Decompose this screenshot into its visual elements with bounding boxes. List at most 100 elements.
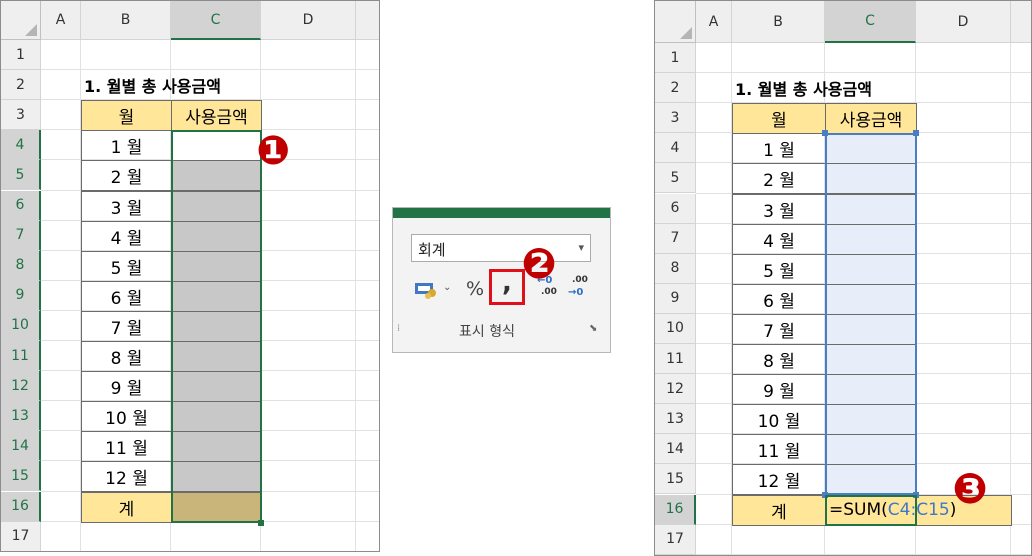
header-amount-cell[interactable]: 사용금액 [825, 103, 917, 135]
row-header-12[interactable]: 12 [655, 374, 696, 405]
month-cell[interactable]: 10 월 [81, 401, 172, 433]
fill-handle[interactable] [258, 519, 264, 526]
month-cell[interactable]: 5 월 [732, 253, 826, 285]
row-header-13[interactable]: 13 [655, 404, 696, 435]
row-header-6[interactable]: 6 [1, 190, 41, 221]
header-month-cell[interactable]: 월 [732, 103, 826, 135]
month-cell[interactable]: 8 월 [732, 344, 826, 376]
column-header-c[interactable]: C [171, 1, 261, 40]
month-cell[interactable]: 7 월 [732, 313, 826, 345]
row-header-4[interactable]: 4 [1, 130, 41, 161]
month-cell[interactable]: 1 월 [81, 130, 172, 162]
month-cell[interactable]: 11 월 [81, 431, 172, 463]
number-format-dropdown[interactable]: 회계 ▾ [411, 234, 591, 262]
row-header-17[interactable]: 17 [655, 524, 696, 555]
total-label-cell[interactable]: 계 [732, 494, 826, 526]
range-handle[interactable] [913, 130, 919, 137]
column-header-a[interactable]: A [41, 1, 81, 40]
month-cell[interactable]: 9 월 [732, 374, 826, 406]
month-cell[interactable]: 3 월 [732, 193, 826, 225]
table-title: 1. 월별 총 사용금액 [84, 77, 221, 97]
range-handle[interactable] [822, 130, 828, 137]
select-all-corner[interactable] [1, 1, 41, 40]
month-cell[interactable]: 7 월 [81, 310, 172, 342]
row-header-5[interactable]: 5 [655, 163, 696, 194]
row-header-15[interactable]: 15 [655, 464, 696, 495]
row-header-17[interactable]: 17 [1, 521, 41, 551]
month-cell[interactable]: 6 월 [81, 280, 172, 312]
row-header-16[interactable]: 16 [1, 491, 41, 522]
row-header-12[interactable]: 12 [1, 371, 41, 402]
row-header-7[interactable]: 7 [1, 220, 41, 251]
row-header-10[interactable]: 10 [1, 310, 41, 341]
row-header-1[interactable]: 1 [1, 40, 41, 71]
gridline [355, 40, 356, 551]
ribbon-group-label: 표시 형식 [459, 324, 515, 340]
month-cell[interactable]: 2 월 [81, 160, 172, 192]
month-cell[interactable]: 11 월 [732, 434, 826, 466]
percent-style-button[interactable]: % [466, 278, 484, 300]
month-cell[interactable]: 10 월 [732, 404, 826, 436]
column-header-b[interactable]: B [81, 1, 171, 40]
month-cell[interactable]: 3 월 [81, 190, 172, 222]
month-cell[interactable]: 12 월 [732, 464, 826, 496]
row-header-3[interactable]: 3 [655, 103, 696, 134]
number-format-ribbon-group: 회계 ▾ ⌄ % , ←0 .00 .00 →0 표시 형식 ⬊ ⁞ [392, 207, 611, 353]
row-header-6[interactable]: 6 [655, 193, 696, 224]
decrease-decimal-button[interactable]: .00 →0 [568, 275, 592, 302]
row-header-2[interactable]: 2 [655, 73, 696, 104]
table-title: 1. 월별 총 사용금액 [735, 80, 872, 100]
row-header-11[interactable]: 11 [655, 344, 696, 375]
column-header-c[interactable]: C [825, 1, 916, 43]
step-marker-1: ❶ [256, 128, 290, 174]
reference-range-c4-c15 [825, 133, 917, 496]
header-amount-cell[interactable]: 사용금액 [171, 100, 262, 132]
row-header-1[interactable]: 1 [655, 43, 696, 74]
month-cell[interactable]: 4 월 [81, 220, 172, 252]
row-header-3[interactable]: 3 [1, 100, 41, 131]
selection-range-c4-c16 [171, 130, 262, 523]
row-header-9[interactable]: 9 [1, 280, 41, 311]
column-header-a[interactable]: A [696, 1, 732, 43]
month-cell[interactable]: 2 월 [732, 163, 826, 195]
comma-style-button[interactable]: , [502, 268, 512, 298]
row-header-4[interactable]: 4 [655, 133, 696, 164]
month-cell[interactable]: 8 월 [81, 341, 172, 373]
row-header-9[interactable]: 9 [655, 283, 696, 314]
row-header-14[interactable]: 14 [655, 434, 696, 465]
select-all-corner[interactable] [655, 1, 696, 43]
total-label-cell[interactable]: 계 [81, 491, 172, 523]
column-header-d[interactable]: D [261, 1, 356, 40]
header-month-cell[interactable]: 월 [81, 100, 172, 132]
increase-decimal-label: .00 [541, 287, 557, 297]
month-cell[interactable]: 5 월 [81, 250, 172, 282]
gridline [696, 553, 1031, 555]
row-header-8[interactable]: 8 [655, 253, 696, 284]
column-header-d[interactable]: D [916, 1, 1011, 43]
chevron-down-icon: ⌄ [443, 282, 452, 293]
month-cell[interactable]: 12 월 [81, 461, 172, 493]
row-header-10[interactable]: 10 [655, 313, 696, 344]
group-separator: ⁞ [397, 323, 401, 334]
month-cell[interactable]: 6 월 [732, 283, 826, 315]
row-header-11[interactable]: 11 [1, 341, 41, 372]
row-header-2[interactable]: 2 [1, 70, 41, 101]
dialog-launcher-icon[interactable]: ⬊ [589, 323, 597, 334]
month-cell[interactable]: 1 월 [732, 133, 826, 165]
row-header-7[interactable]: 7 [655, 223, 696, 254]
row-header-15[interactable]: 15 [1, 461, 41, 492]
accounting-format-button[interactable]: ⌄ [413, 278, 451, 302]
step-marker-3: ❸ [952, 463, 988, 513]
row-header-5[interactable]: 5 [1, 160, 41, 191]
month-cell[interactable]: 9 월 [81, 371, 172, 403]
number-format-value: 회계 [418, 241, 446, 259]
row-header-13[interactable]: 13 [1, 401, 41, 432]
row-header-16[interactable]: 16 [655, 494, 696, 525]
row-header-14[interactable]: 14 [1, 431, 41, 462]
column-header-filler [1011, 1, 1031, 43]
row-header-8[interactable]: 8 [1, 250, 41, 281]
step-marker-2: ❷ [521, 238, 557, 288]
month-cell[interactable]: 4 월 [732, 223, 826, 255]
column-header-b[interactable]: B [732, 1, 825, 43]
gridline [41, 550, 379, 551]
